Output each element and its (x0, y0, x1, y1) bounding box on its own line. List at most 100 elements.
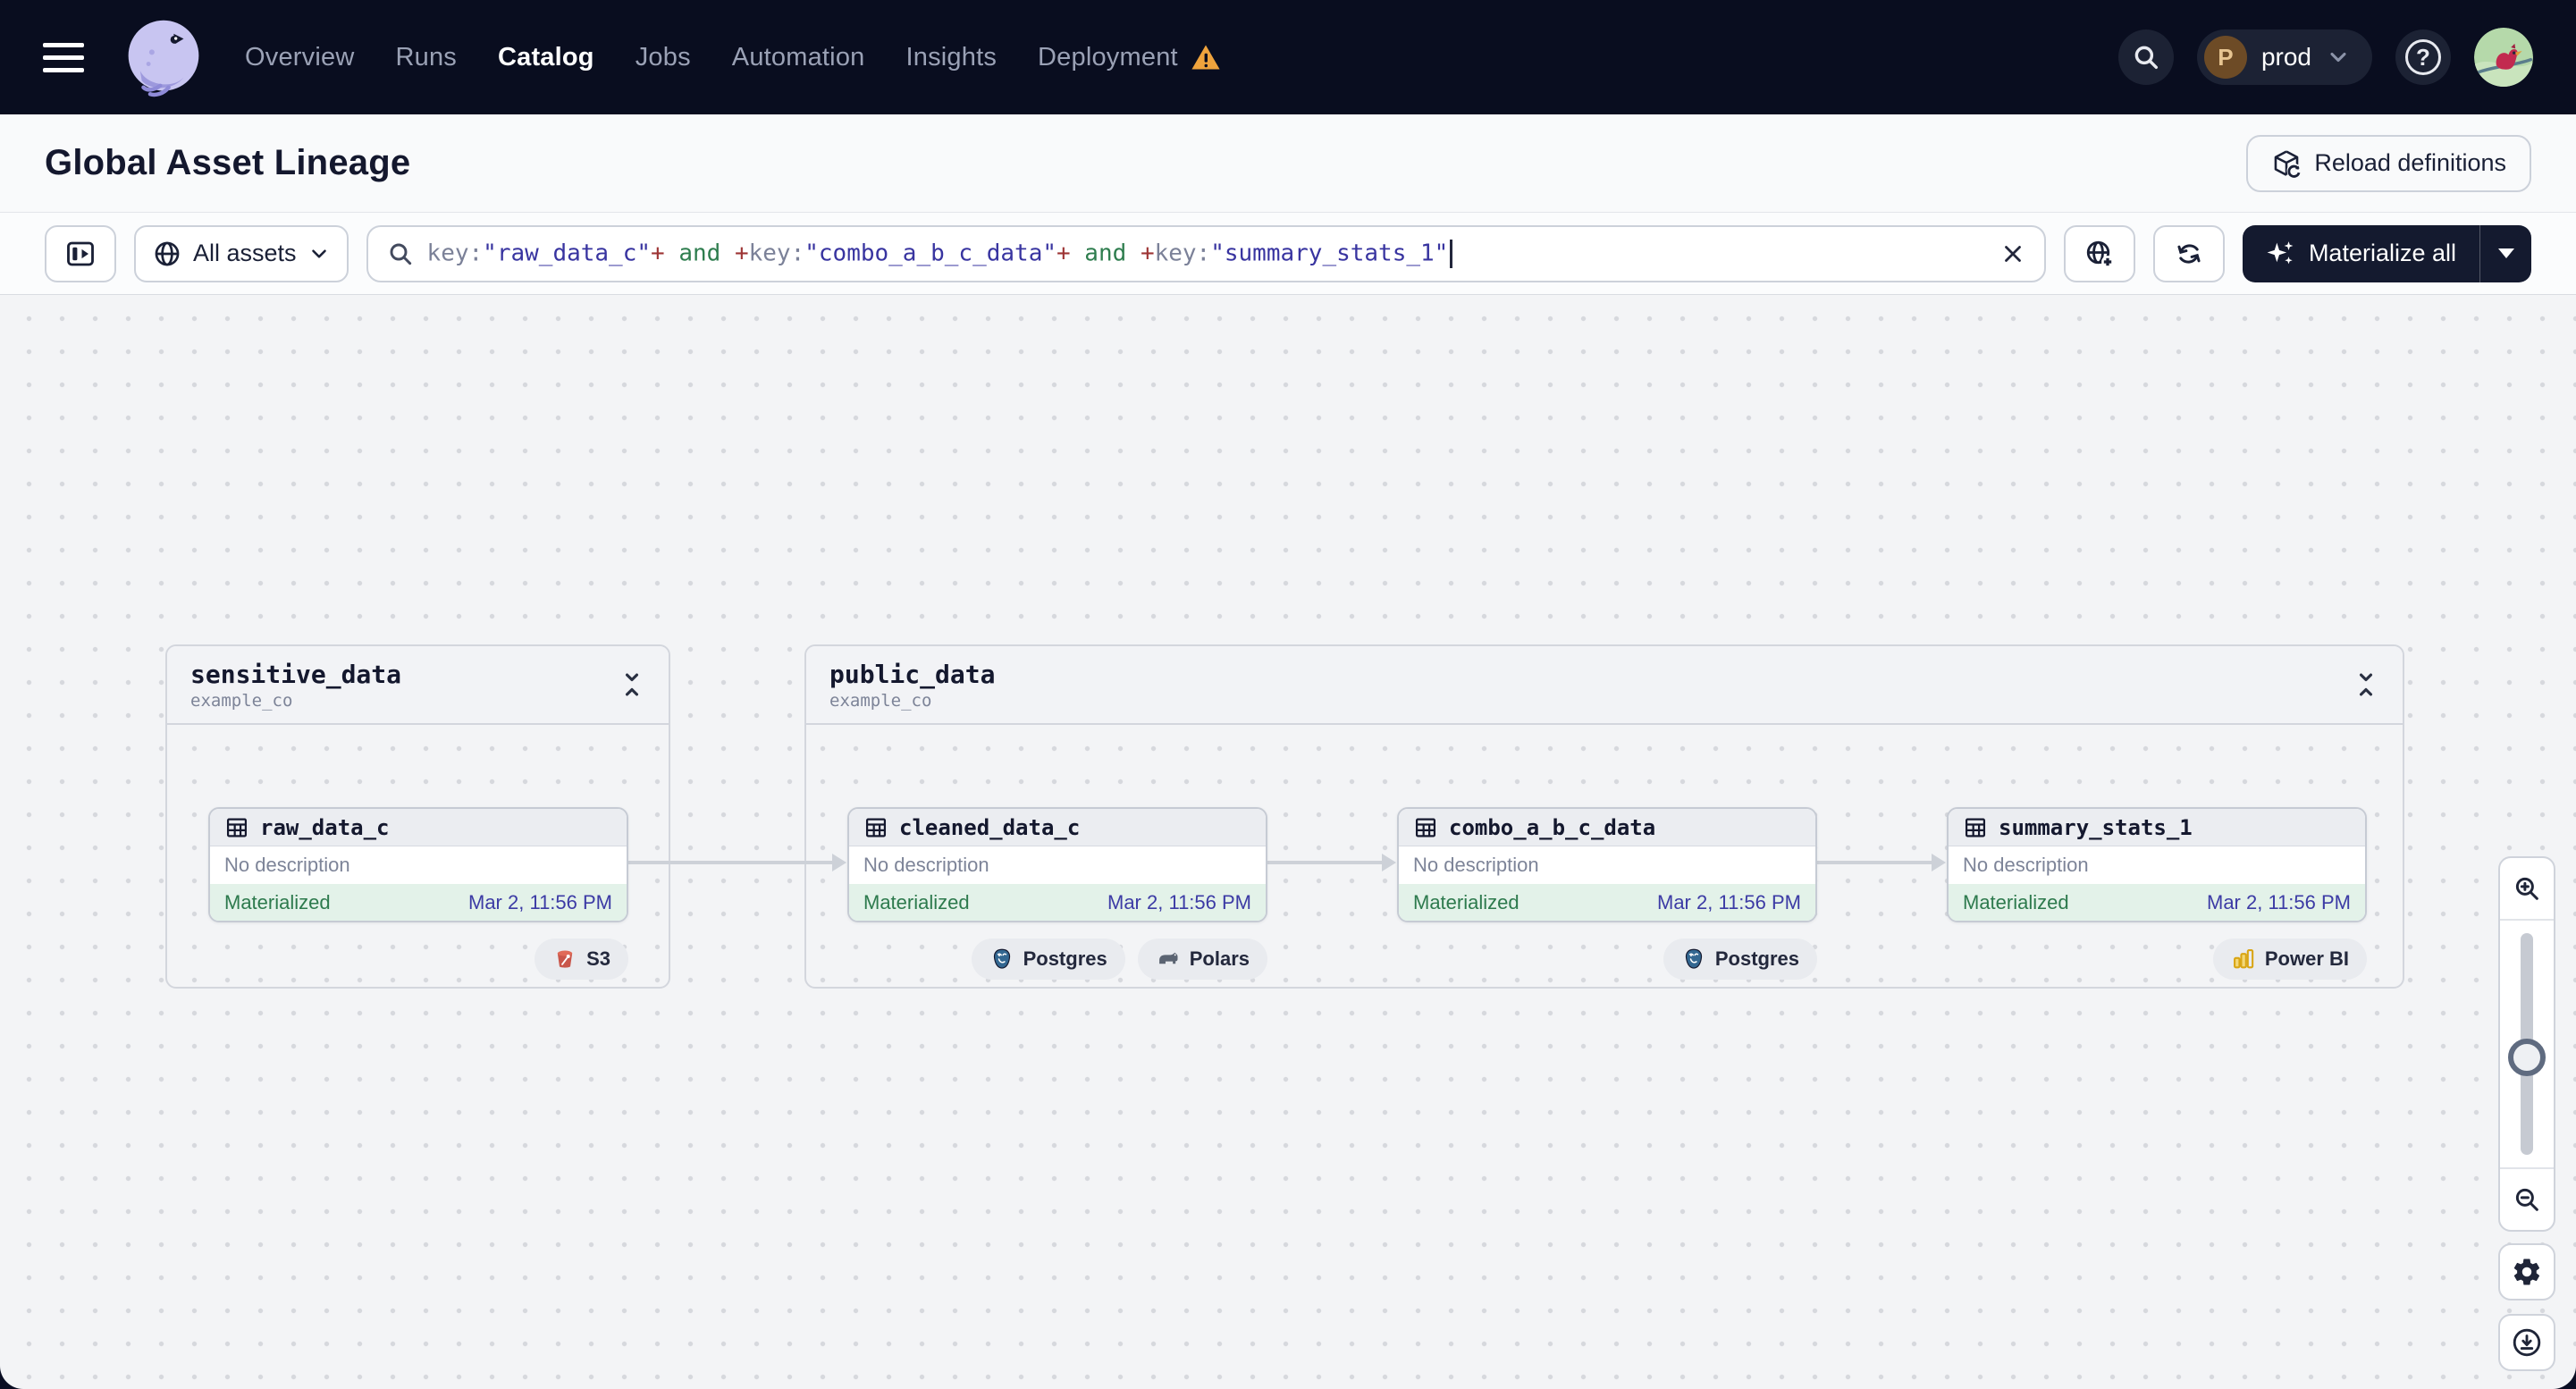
group-repo: example_co (829, 690, 932, 711)
dagster-app: Overview Runs Catalog Jobs Automation In… (0, 0, 2576, 1389)
refresh-button[interactable] (2152, 224, 2225, 282)
user-avatar[interactable] (2474, 28, 2533, 87)
materialization-timestamp[interactable]: Mar 2, 11:56 PM (1657, 891, 1801, 914)
caret-down-icon (2497, 248, 2514, 258)
lineage-canvas[interactable]: sensitive_data example_co public_data ex… (0, 295, 2576, 1389)
hamburger-icon[interactable] (43, 42, 84, 72)
zoom-controls (2498, 856, 2555, 1232)
open-panel-button[interactable] (45, 224, 116, 282)
refresh-icon (2177, 243, 2201, 264)
materialize-options-caret[interactable] (2479, 224, 2531, 282)
nav-item-runs[interactable]: Runs (395, 43, 457, 72)
sparkles-icon (2267, 240, 2294, 264)
nav-item-overview[interactable]: Overview (245, 43, 354, 72)
help-icon[interactable]: ? (2395, 29, 2451, 85)
zoom-slider[interactable] (2500, 921, 2554, 1167)
panel-expand-icon (67, 241, 94, 265)
group-header-sensitive-data[interactable]: sensitive_data example_co (167, 646, 669, 725)
zoom-out-button[interactable] (2500, 1167, 2554, 1230)
nav-right: P prod ? (2117, 28, 2533, 87)
postgres-icon (1685, 948, 1702, 969)
graph-settings-button[interactable] (2498, 1243, 2555, 1301)
primary-nav: Overview Runs Catalog Jobs Automation In… (245, 42, 1221, 72)
chevron-down-icon (2330, 52, 2346, 63)
asset-selection-query[interactable]: key:"raw_data_c"+ and +key:"combo_a_b_c_… (427, 239, 1987, 268)
asset-name: combo_a_b_c_data (1449, 814, 1656, 840)
nav-item-jobs[interactable]: Jobs (636, 43, 691, 72)
edge-raw-to-cleaned (628, 854, 846, 871)
asset-node-wrap: cleaned_data_c No description Materializ… (847, 807, 1267, 980)
reload-definitions-button[interactable]: Reload definitions (2246, 134, 2531, 192)
globe-icon (155, 241, 180, 265)
deployment-switcher[interactable]: P prod (2196, 29, 2372, 85)
asset-node-cleaned-data-c[interactable]: cleaned_data_c No description Materializ… (847, 807, 1267, 922)
dagster-logo-icon[interactable] (123, 17, 204, 97)
asset-node-summary-stats-1[interactable]: summary_stats_1 No description Materiali… (1947, 807, 2367, 922)
tag-postgres[interactable]: Postgres (1663, 939, 1817, 980)
clear-search-icon[interactable] (1999, 240, 2026, 267)
search-icon (390, 243, 411, 265)
tag-polars[interactable]: Polars (1137, 939, 1267, 980)
asset-search-input[interactable]: key:"raw_data_c"+ and +key:"combo_a_b_c_… (366, 224, 2046, 282)
asset-node-combo-a-b-c-data[interactable]: combo_a_b_c_data No description Material… (1397, 807, 1817, 922)
reload-definitions-label: Reload definitions (2314, 149, 2506, 176)
asset-filter-label: All assets (193, 240, 297, 266)
asset-node-raw-data-c[interactable]: raw_data_c No description Materialized M… (208, 807, 628, 922)
tag-power-bi[interactable]: Power BI (2212, 939, 2367, 980)
nav-item-deployment[interactable]: Deployment (1038, 43, 1178, 72)
group-header-public-data[interactable]: public_data example_co (806, 646, 2403, 725)
deployment-name: prod (2260, 43, 2311, 71)
view-full-graph-button[interactable] (2063, 224, 2135, 282)
asset-description: No description (1949, 846, 2365, 884)
table-icon (865, 818, 887, 837)
asset-filter-button[interactable]: All assets (134, 224, 349, 282)
asset-tags: S3 (208, 939, 628, 980)
page-title: Global Asset Lineage (45, 143, 411, 182)
asset-status-bar: Materialized Mar 2, 11:56 PM (1399, 884, 1815, 921)
group-name: sensitive_data (190, 659, 402, 689)
s3-bucket-icon (557, 950, 573, 968)
search-icon[interactable] (2117, 29, 2174, 85)
asset-name: cleaned_data_c (899, 814, 1081, 840)
asset-node-wrap: combo_a_b_c_data No description Material… (1397, 807, 1817, 980)
download-icon (2513, 1328, 2541, 1357)
asset-status-bar: Materialized Mar 2, 11:56 PM (210, 884, 627, 921)
tag-postgres[interactable]: Postgres (971, 939, 1125, 980)
asset-description: No description (849, 846, 1266, 884)
asset-description: No description (210, 846, 627, 884)
download-image-button[interactable] (2498, 1314, 2555, 1371)
chevron-down-icon (311, 248, 326, 258)
group-name: public_data (829, 659, 996, 689)
polars-icon (1158, 952, 1178, 964)
materialize-all-button[interactable]: Materialize all (2242, 224, 2531, 282)
group-repo: example_co (190, 690, 293, 711)
power-bi-icon (2233, 949, 2254, 969)
materialization-timestamp[interactable]: Mar 2, 11:56 PM (1107, 891, 1251, 914)
materialization-timestamp[interactable]: Mar 2, 11:56 PM (468, 891, 612, 914)
nav-item-catalog[interactable]: Catalog (498, 43, 594, 72)
asset-description: No description (1399, 846, 1815, 884)
asset-node-wrap: raw_data_c No description Materialized M… (208, 807, 628, 980)
table-icon (1965, 818, 1986, 837)
asset-node-wrap: summary_stats_1 No description Materiali… (1947, 807, 2367, 980)
status-badge: Materialized (863, 890, 970, 913)
collapse-group-icon[interactable] (619, 671, 645, 698)
zoom-in-button[interactable] (2500, 858, 2554, 921)
gear-icon (2513, 1259, 2540, 1285)
nav-item-insights[interactable]: Insights (905, 43, 997, 72)
materialization-timestamp[interactable]: Mar 2, 11:56 PM (2207, 891, 2351, 914)
zoom-slider-handle[interactable] (2508, 1039, 2546, 1076)
status-badge: Materialized (1413, 890, 1520, 913)
edge-combo-to-summary (1817, 854, 1946, 871)
lineage-toolbar: All assets key:"raw_data_c"+ and +key:"c… (0, 213, 2576, 295)
nav-item-automation[interactable]: Automation (732, 43, 865, 72)
reload-cube-icon (2275, 149, 2302, 178)
asset-name: raw_data_c (260, 814, 390, 840)
text-caret (1450, 239, 1452, 268)
globe-plus-icon (2086, 240, 2114, 268)
zoom-in-icon (2515, 877, 2538, 900)
collapse-group-icon[interactable] (2353, 671, 2379, 698)
warning-icon (1191, 42, 1221, 72)
tag-s3[interactable]: S3 (535, 939, 628, 980)
nav-item-deployment-wrap[interactable]: Deployment (1038, 42, 1221, 72)
